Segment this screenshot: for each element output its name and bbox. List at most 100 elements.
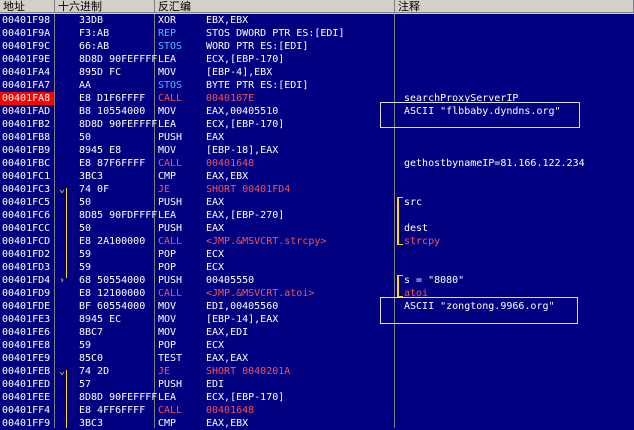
disasm-row[interactable]: 00401FBC E8 87F6FFFF CALL 00401648 gethostby…	[0, 157, 634, 170]
argument-bracket	[397, 275, 403, 297]
disasm-row[interactable]: 00401FD4 › 68 50554000 PUSH 00405550 s = "808…	[0, 274, 634, 287]
row-hex: 57	[79, 379, 92, 390]
row-mnemonic: XOR	[158, 15, 177, 26]
disasm-row[interactable]: 00401FF4 E8 4FF6FFFF CALL 00401648	[0, 404, 634, 417]
row-hex: E8 D1F6FFFF	[79, 93, 146, 104]
row-operand: ECX	[206, 340, 225, 351]
row-operand: EAX,EBX	[206, 171, 249, 182]
row-hex: 59	[79, 340, 92, 351]
row-mnemonic: POP	[158, 249, 177, 260]
column-header: 地址 十六进制 反汇编 注释	[0, 0, 634, 14]
jump-arrow-icon: ⌄	[59, 184, 66, 195]
row-operand: EDI,00405560	[206, 301, 279, 312]
disasm-row[interactable]: 00401FCC 50 PUSH EAX dest	[0, 222, 634, 235]
row-hex: BF 60554000	[79, 301, 146, 312]
row-mnemonic: POP	[158, 262, 177, 273]
disasm-row[interactable]: 00401FA4 895D FC MOV [EBP-4],EBX	[0, 66, 634, 79]
disasm-row[interactable]: 00401FD3 59 POP ECX	[0, 261, 634, 274]
row-mnemonic: REP	[158, 28, 177, 39]
row-operand: EDI	[206, 379, 225, 390]
row-mnemonic: PUSH	[158, 132, 183, 143]
disasm-row[interactable]: 00401FB8 50 PUSH EAX	[0, 131, 634, 144]
row-hex: E8 4FF6FFFF	[79, 405, 146, 416]
row-mnemonic: MOV	[158, 67, 177, 78]
disasm-row[interactable]: 00401FB9 8945 E8 MOV [EBP-18],EAX	[0, 144, 634, 157]
row-hex: 66:AB	[79, 41, 110, 52]
row-address: 00401FD2	[2, 249, 51, 260]
row-address: 00401FC3	[2, 184, 51, 195]
row-hex: 50	[79, 197, 92, 208]
row-operand: EAX,00405510	[206, 106, 279, 117]
row-mnemonic: PUSH	[158, 197, 183, 208]
row-mnemonic: PUSH	[158, 223, 183, 234]
disasm-row[interactable]: 00401F9C 66:AB STOS WORD PTR ES:[EDI]	[0, 40, 634, 53]
row-mnemonic: STOS	[158, 41, 183, 52]
row-hex: E8 87F6FFFF	[79, 158, 146, 169]
row-hex: E8 12100000	[79, 288, 146, 299]
row-address: 00401FCD	[2, 236, 51, 247]
row-mnemonic: CMP	[158, 418, 177, 429]
row-hex: F3:AB	[79, 28, 110, 39]
row-address: 00401FEE	[2, 392, 51, 403]
row-address: 00401FE6	[2, 327, 51, 338]
row-hex: B8 10554000	[79, 106, 146, 117]
row-mnemonic: CALL	[158, 93, 183, 104]
row-mnemonic: STOS	[158, 80, 183, 91]
disasm-row[interactable]: 00401FD2 59 POP ECX	[0, 248, 634, 261]
header-comment[interactable]: 注释	[395, 0, 634, 13]
disasm-row[interactable]: 00401FEE 8D8D 90FEFFFF LEA ECX,[EBP-170]	[0, 391, 634, 404]
row-mnemonic: MOV	[158, 301, 177, 312]
row-mnemonic: LEA	[158, 54, 177, 65]
header-hex[interactable]: 十六进制	[55, 0, 155, 13]
row-hex: 3BC3	[79, 418, 104, 429]
disasm-row[interactable]: 00401FA7 AA STOS BYTE PTR ES:[EDI]	[0, 79, 634, 92]
row-operand: EAX,EDI	[206, 327, 249, 338]
row-address: 00401FA8	[0, 92, 54, 105]
row-comment: s = "8080"	[404, 275, 465, 286]
annotation-box	[380, 297, 578, 324]
row-mnemonic: MOV	[158, 145, 177, 156]
row-operand: [EBP-18],EAX	[206, 145, 279, 156]
row-address: 00401FED	[2, 379, 51, 390]
row-hex: 8D8D 90FEFFFF	[79, 392, 158, 403]
header-address[interactable]: 地址	[0, 0, 55, 13]
row-operand: [EBP-14],EAX	[206, 314, 279, 325]
disasm-row[interactable]: 00401FCD E8 2A100000 CALL <JMP.&MSVCRT.strc…	[0, 235, 634, 248]
disasm-row[interactable]: 00401FC6 8D85 90FDFFFF LEA EAX,[EBP-270]	[0, 209, 634, 222]
row-address: 00401F9E	[2, 54, 51, 65]
row-mnemonic: LEA	[158, 392, 177, 403]
disasm-row[interactable]: 00401FE9 85C0 TEST EAX,EAX	[0, 352, 634, 365]
row-operand: 00401648	[206, 405, 255, 416]
disasm-row[interactable]: 00401FC3 ⌄ 74 0F JE SHORT 00401FD4	[0, 183, 634, 196]
disasm-row[interactable]: 00401FE6 8BC7 MOV EAX,EDI	[0, 326, 634, 339]
disasm-row[interactable]: 00401FC5 50 PUSH EAX src	[0, 196, 634, 209]
row-comment: src	[404, 197, 423, 208]
row-hex: 68 50554000	[79, 275, 146, 286]
row-mnemonic: LEA	[158, 210, 177, 221]
row-address: 00401F98	[2, 15, 51, 26]
row-operand: SHORT 0040201A	[206, 366, 291, 377]
row-operand: SHORT 00401FD4	[206, 184, 291, 195]
row-operand: ECX	[206, 249, 225, 260]
header-disassembly[interactable]: 反汇编	[155, 0, 395, 13]
row-comment: gethostbynameIP=81.166.122.234	[404, 158, 585, 169]
disasm-row[interactable]: 00401FED 57 PUSH EDI	[0, 378, 634, 391]
row-mnemonic: CMP	[158, 171, 177, 182]
jump-arrow-icon: ⌄	[59, 366, 66, 377]
row-mnemonic: PUSH	[158, 275, 183, 286]
row-address: 00401FF4	[2, 405, 51, 416]
row-mnemonic: LEA	[158, 119, 177, 130]
disasm-row[interactable]: 00401FF9 3BC3 CMP EAX,EBX	[0, 417, 634, 430]
disasm-row[interactable]: 00401F9E 8D8D 90FEFFFF LEA ECX,[EBP-170]	[0, 53, 634, 66]
disasm-row[interactable]: 00401F9A F3:AB REP STOS DWORD PTR ES:[EDI]	[0, 27, 634, 40]
row-operand: EAX,EAX	[206, 353, 249, 364]
disasm-row[interactable]: 00401F98 33DB XOR EBX,EBX	[0, 14, 634, 27]
row-address: 00401FC5	[2, 197, 51, 208]
row-mnemonic: JE	[158, 366, 171, 377]
disasm-row[interactable]: 00401FEB ⌄ 74 2D JE SHORT 0040201A	[0, 365, 634, 378]
disasm-row[interactable]: 00401FE8 59 POP ECX	[0, 339, 634, 352]
row-operand: ECX,[EBP-170]	[206, 392, 285, 403]
disasm-row[interactable]: 00401FC1 3BC3 CMP EAX,EBX	[0, 170, 634, 183]
row-address: 00401FBC	[2, 158, 51, 169]
row-operand: EBX,EBX	[206, 15, 249, 26]
